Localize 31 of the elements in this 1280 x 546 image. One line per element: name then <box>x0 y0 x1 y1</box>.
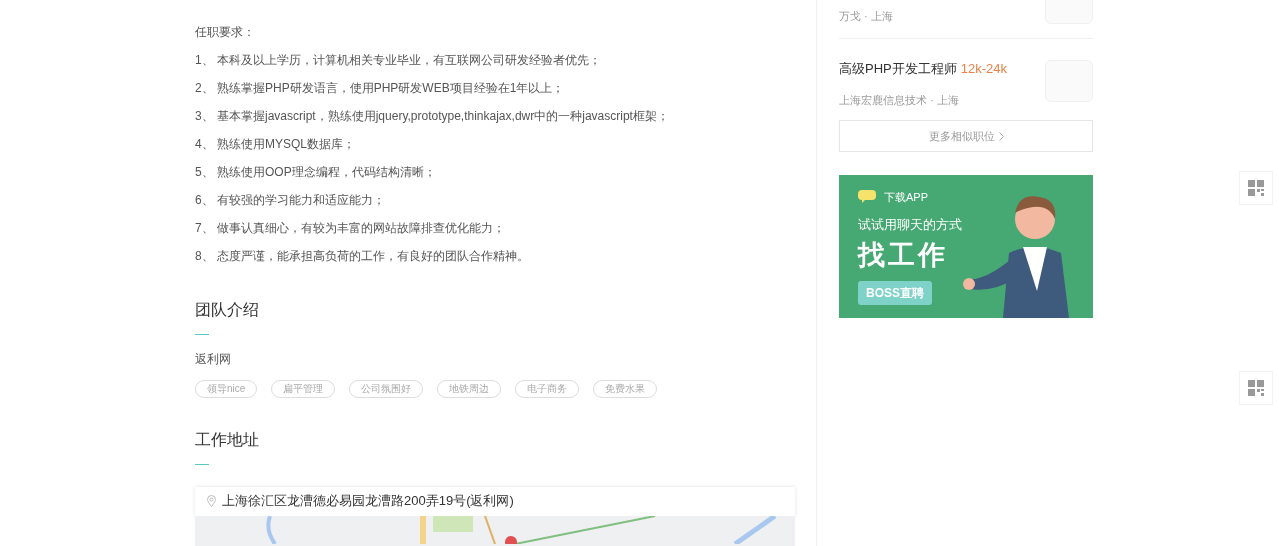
location-pin-icon <box>207 495 216 507</box>
banner-tag: 下载APP <box>884 189 928 206</box>
requirement-item: 7、 做事认真细心，有较为丰富的网站故障排查优化能力； <box>195 220 506 236</box>
banner-headline: 找工作 <box>858 239 949 272</box>
address-text: 上海徐汇区龙漕德必易园龙漕路200弄19号(返利网) <box>222 492 514 511</box>
qr-code-icon <box>1248 180 1264 196</box>
salary-text: 12k-24k <box>960 60 1007 78</box>
qr-code-button[interactable] <box>1239 171 1273 205</box>
banner-line: 试试用聊天的方式 <box>858 215 962 234</box>
heading-underline <box>195 463 209 465</box>
qr-code-icon <box>1248 380 1264 396</box>
requirement-item: 3、 基本掌握javascript，熟练使用jquery,prototype,thinkajax,dwr中的一种javascript框架； <box>195 108 670 124</box>
job-title[interactable]: 高级PHP开发工程师 <box>839 60 957 78</box>
chevron-right-icon <box>998 131 1004 141</box>
more-jobs-label: 更多相似职位 <box>928 128 995 144</box>
company-meta: 上海宏鹿信息技术 · 上海 <box>839 93 960 108</box>
section-heading: 团队介绍 <box>195 300 260 320</box>
requirement-item: 8、 态度严谨，能承担高负荷的工作，有良好的团队合作精神。 <box>195 248 530 264</box>
qr-code-button[interactable] <box>1239 371 1273 405</box>
banner-brand-badge: BOSS直聘 <box>858 281 932 305</box>
company-meta: 万戈 · 上海 <box>839 9 893 24</box>
requirement-item: 5、 熟练使用OOP理念编程，代码结构清晰； <box>195 164 437 180</box>
heading-underline <box>195 334 209 335</box>
section-heading: 工作地址 <box>195 429 260 450</box>
company-name: 返利网 <box>195 350 232 367</box>
requirement-item: 4、 熟练使用MYSQL数据库； <box>195 136 357 152</box>
chat-bubble-icon <box>858 190 876 205</box>
requirement-item: 1、 本科及以上学历，计算机相关专业毕业，有互联网公司研发经验者优先； <box>195 52 602 68</box>
requirement-item: 6、 有较强的学习能力和适应能力； <box>195 192 386 208</box>
requirement-item: 2、 熟练掌握PHP研发语言，使用PHP研发WEB项目经验在1年以上； <box>195 80 566 96</box>
section-label: 任职要求： <box>195 24 256 40</box>
